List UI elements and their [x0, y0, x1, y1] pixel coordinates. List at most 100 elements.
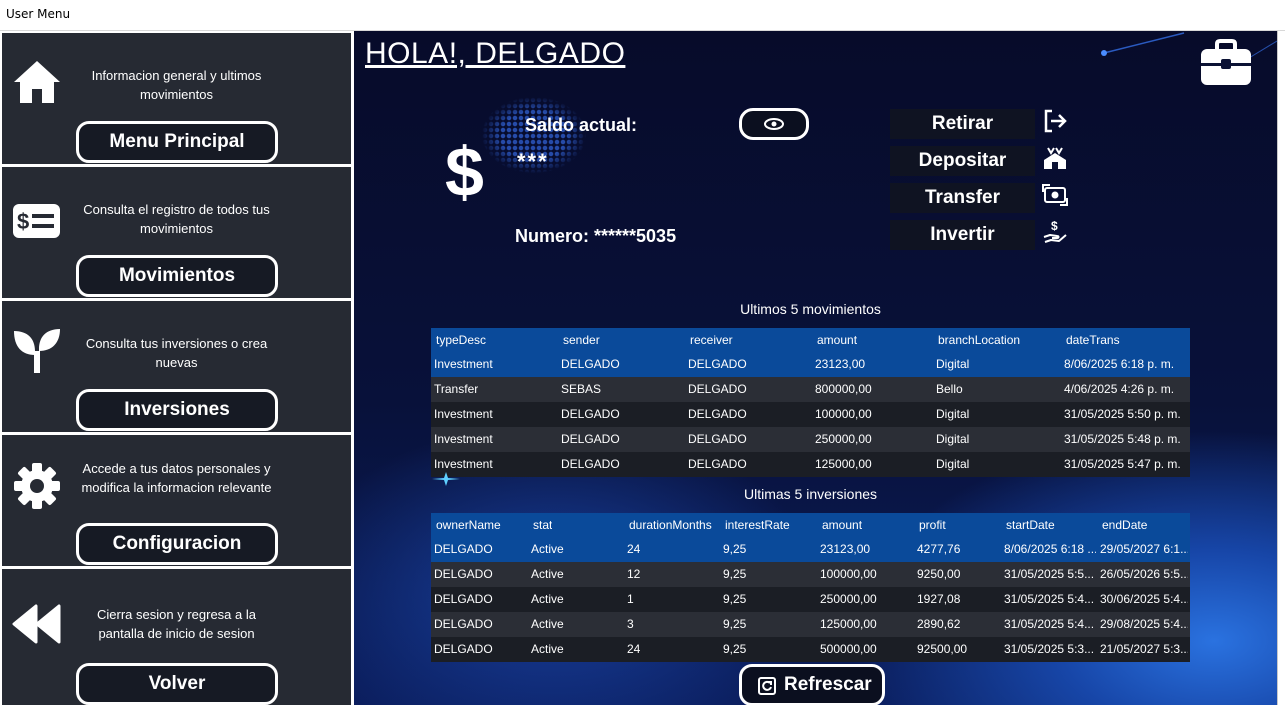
toggle-balance-visibility-button[interactable]	[739, 108, 809, 140]
table-cell: Digital	[936, 407, 970, 421]
table-cell: DELGADO	[434, 592, 493, 606]
column-header[interactable]: typeDesc	[436, 328, 486, 352]
table-cell: 3	[627, 617, 634, 631]
table-cell: DELGADO	[688, 382, 747, 396]
column-header[interactable]: endDate	[1102, 513, 1147, 537]
column-header[interactable]: dateTrans	[1066, 328, 1120, 352]
invertir-button[interactable]: Invertir	[890, 220, 1035, 250]
table-cell: 31/05/2025 5:5...	[1004, 567, 1095, 581]
table-cell: 250000,00	[815, 432, 872, 446]
table-cell: 4/06/2025 4:26 p. m.	[1064, 382, 1175, 396]
table-cell: Investment	[434, 432, 493, 446]
sidebar-item-movimientos: $ Consulta el registro de todos tus movi…	[2, 167, 351, 298]
table-row[interactable]: Investment DELGADO DELGADO 250000,00 Dig…	[431, 427, 1190, 452]
table-cell: 23123,00	[815, 357, 866, 371]
main-panel: HOLA!, DELGADO $ Saldo actual: *** Numer…	[354, 31, 1277, 705]
column-header[interactable]: interestRate	[725, 513, 790, 537]
hand-dollar-icon[interactable]: $	[1042, 219, 1068, 245]
home-icon	[14, 61, 60, 103]
table-row[interactable]: DELGADO Active 12 9,25 100000,00 9250,00…	[431, 562, 1190, 587]
volver-button[interactable]: Volver	[76, 663, 278, 705]
sidebar-item-description: Informacion general y ultimos movimiento…	[91, 68, 262, 102]
table-cell: 9,25	[723, 617, 747, 631]
table-cell: 9,25	[723, 567, 747, 581]
refresh-icon	[758, 677, 776, 695]
table-cell: 31/05/2025 5:3...	[1004, 642, 1095, 656]
table-cell: 12	[627, 567, 641, 581]
column-header[interactable]: receiver	[690, 328, 733, 352]
table-cell: Digital	[936, 457, 970, 471]
rewind-icon	[12, 604, 61, 644]
depositar-button[interactable]: Depositar	[890, 146, 1035, 176]
sidebar-item-description: Cierra sesion y regresa a la pantalla de…	[97, 607, 256, 641]
column-header[interactable]: ownerName	[436, 513, 501, 537]
money-transfer-icon[interactable]	[1042, 182, 1068, 208]
table-cell: 125000,00	[820, 617, 877, 631]
table-cell: 26/05/2026 5:5...	[1100, 567, 1188, 581]
table-row[interactable]: DELGADO Active 24 9,25 23123,00 4277,76 …	[431, 537, 1190, 562]
table-cell: 9,25	[723, 592, 747, 606]
table-cell: DELGADO	[688, 357, 747, 371]
table-cell: Active	[531, 592, 564, 606]
table-header: typeDesc sender receiver amount branchLo…	[431, 328, 1190, 352]
refresh-button[interactable]: Refrescar	[739, 664, 885, 705]
dollar-icon: $	[445, 133, 484, 211]
table-cell: 23123,00	[820, 542, 871, 556]
sidebar-item-configuracion: Accede a tus datos personales y modifica…	[2, 435, 351, 566]
window-titlebar: User Menu	[0, 0, 1285, 31]
table-cell: 8/06/2025 6:18 ...	[1004, 542, 1096, 556]
table-cell: 24	[627, 642, 641, 656]
table-cell: DELGADO	[561, 457, 620, 471]
retirar-button[interactable]: Retirar	[890, 109, 1035, 139]
sidebar-item-description: Consulta el registro de todos tus movimi…	[83, 202, 270, 236]
table-row[interactable]: Investment DELGADO DELGADO 125000,00 Dig…	[431, 452, 1190, 477]
table-cell: 24	[627, 542, 641, 556]
column-header[interactable]: sender	[563, 328, 600, 352]
table-row[interactable]: DELGADO Active 1 9,25 250000,00 1927,08 …	[431, 587, 1190, 612]
movimientos-button[interactable]: Movimientos	[76, 255, 278, 297]
column-header[interactable]: startDate	[1006, 513, 1055, 537]
table-cell: 9,25	[723, 642, 747, 656]
page-title: HOLA!, DELGADO	[365, 37, 626, 70]
gear-icon	[14, 463, 60, 509]
table-cell: Digital	[936, 432, 970, 446]
table-cell: 8/06/2025 6:18 p. m.	[1064, 357, 1175, 371]
table-row[interactable]: Investment DELGADO DELGADO 100000,00 Dig…	[431, 402, 1190, 427]
menu-principal-button[interactable]: Menu Principal	[76, 121, 278, 163]
column-header[interactable]: profit	[919, 513, 946, 537]
table-cell: 31/05/2025 5:50 p. m.	[1064, 407, 1181, 421]
window-edge	[1277, 31, 1285, 705]
column-header[interactable]: amount	[817, 328, 857, 352]
table-row[interactable]: Transfer SEBAS DELGADO 800000,00 Bello 4…	[431, 377, 1190, 402]
table-cell: 1927,08	[917, 592, 961, 606]
inversiones-button[interactable]: Inversiones	[76, 389, 278, 431]
sidebar-item-volver: Cierra sesion y regresa a la pantalla de…	[2, 569, 351, 705]
table-cell: Active	[531, 617, 564, 631]
deposit-house-icon[interactable]	[1042, 145, 1068, 171]
sprout-icon	[14, 329, 60, 373]
column-header[interactable]: durationMonths	[629, 513, 712, 537]
money-list-icon: $	[13, 204, 60, 238]
movements-table[interactable]: typeDesc sender receiver amount branchLo…	[431, 328, 1190, 477]
column-header[interactable]: branchLocation	[938, 328, 1020, 352]
table-header: ownerName stat durationMonths interestRa…	[431, 513, 1190, 537]
investments-table[interactable]: ownerName stat durationMonths interestRa…	[431, 513, 1190, 662]
column-header[interactable]: stat	[533, 513, 552, 537]
table-cell: DELGADO	[434, 617, 493, 631]
table-row[interactable]: DELGADO Active 24 9,25 500000,00 92500,0…	[431, 637, 1190, 662]
table-row[interactable]: DELGADO Active 3 9,25 125000,00 2890,62 …	[431, 612, 1190, 637]
table-row[interactable]: Investment DELGADO DELGADO 23123,00 Digi…	[431, 352, 1190, 377]
column-header[interactable]: amount	[822, 513, 862, 537]
table-cell: 100000,00	[820, 567, 877, 581]
logout-arrow-icon[interactable]	[1042, 108, 1068, 134]
table-cell: 250000,00	[820, 592, 877, 606]
eye-icon	[764, 118, 784, 130]
transfer-button[interactable]: Transfer	[890, 183, 1035, 213]
table-cell: DELGADO	[688, 407, 747, 421]
table-cell: 31/05/2025 5:4...	[1004, 592, 1095, 606]
balance-value: ***	[517, 149, 549, 174]
table-cell: 2890,62	[917, 617, 961, 631]
configuracion-button[interactable]: Configuracion	[76, 523, 278, 565]
table-cell: DELGADO	[434, 642, 493, 656]
table-cell: Active	[531, 642, 564, 656]
